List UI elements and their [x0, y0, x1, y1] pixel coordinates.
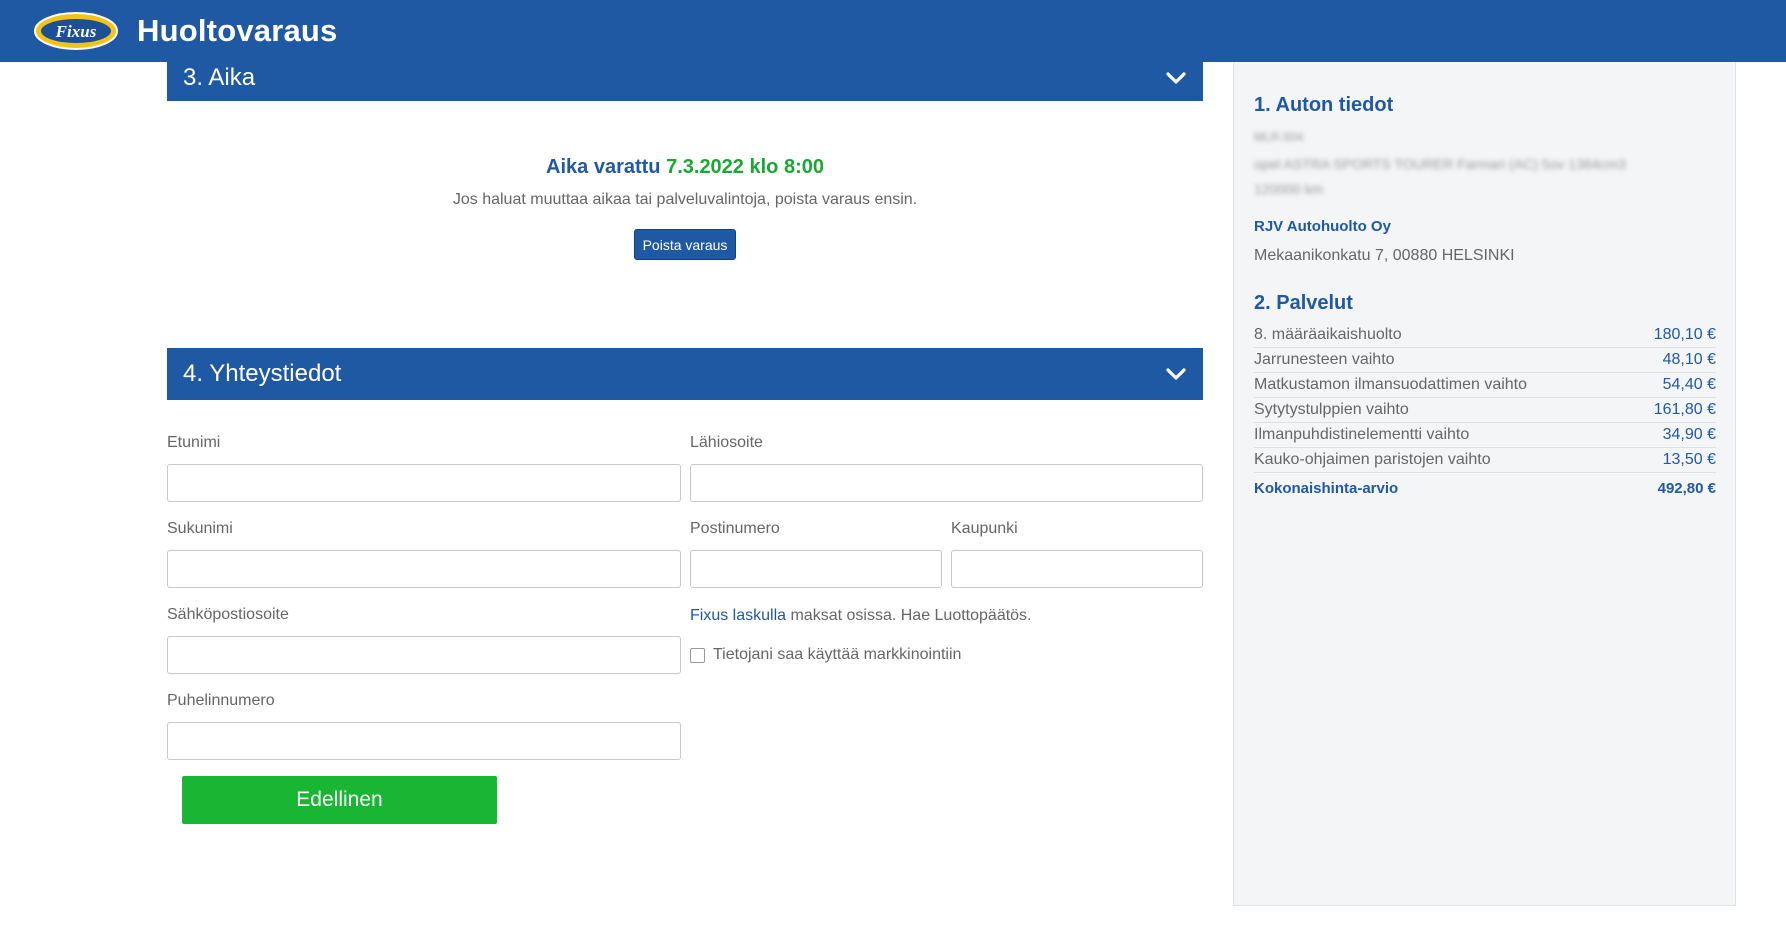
services-heading: 2. Palvelut	[1254, 292, 1353, 314]
total-row: Kokonaishinta-arvio 492,80 €	[1254, 473, 1716, 504]
car-model: opel ASTRA SPORTS TOURER Farmari (AC) 5o…	[1254, 156, 1626, 172]
service-name: Jarrunesteen vaihto	[1254, 351, 1395, 368]
chevron-down-icon[interactable]	[1165, 67, 1187, 89]
service-price: 161,80 €	[1653, 401, 1716, 418]
service-row: Sytytystulppien vaihto 161,80 €	[1254, 398, 1716, 423]
chevron-down-icon[interactable]	[1165, 363, 1187, 385]
services-list: 8. määräaikaishuolto 180,10 € Jarruneste…	[1254, 323, 1716, 504]
previous-button[interactable]: Edellinen	[182, 776, 497, 824]
logo-text: Fixus	[55, 22, 97, 41]
email-input[interactable]	[167, 636, 681, 674]
service-name: Matkustamon ilmansuodattimen vaihto	[1254, 376, 1528, 393]
phone-label: Puhelinnumero	[167, 692, 275, 709]
city-label: Kaupunki	[951, 520, 1018, 537]
credit-info: Fixus laskulla maksat osissa. Hae Luotto…	[690, 607, 1032, 625]
booking-note: Jos haluat muuttaa aikaa tai palveluvali…	[452, 191, 918, 208]
street-address-input[interactable]	[690, 464, 1203, 502]
total-label: Kokonaishinta-arvio	[1254, 480, 1399, 497]
top-navbar: Fixus Huoltovaraus	[0, 0, 1786, 62]
service-row: Ilmanpuhdistinelementti vaihto 34,90 €	[1254, 423, 1716, 448]
fixus-logo[interactable]: Fixus	[33, 11, 119, 51]
service-name: Ilmanpuhdistinelementti vaihto	[1254, 426, 1470, 443]
service-price: 34,90 €	[1662, 426, 1716, 443]
marketing-consent[interactable]: Tietojani saa käyttää markkinointiin	[690, 646, 961, 664]
fixus-invoice-link[interactable]: Fixus laskulla	[690, 607, 786, 624]
service-row: Jarrunesteen vaihto 48,10 €	[1254, 348, 1716, 373]
phone-input[interactable]	[167, 722, 681, 760]
service-price: 48,10 €	[1662, 351, 1716, 368]
first-name-label: Etunimi	[167, 434, 221, 451]
service-row: 8. määräaikaishuolto 180,10 €	[1254, 323, 1716, 348]
app-title: Huoltovaraus	[137, 13, 338, 48]
service-row: Kauko-ohjaimen paristojen vaihto 13,50 €	[1254, 448, 1716, 473]
marketing-consent-checkbox[interactable]	[690, 647, 705, 663]
booking-summary-sidebar: 1. Auton tiedot MLR-504 opel ASTRA SPORT…	[1233, 62, 1736, 906]
street-address-label: Lähiosoite	[690, 434, 763, 451]
service-row: Matkustamon ilmansuodattimen vaihto 54,4…	[1254, 373, 1716, 398]
section-contact-title: 4. Yhteystiedot	[183, 360, 342, 387]
last-name-label: Sukunimi	[167, 520, 233, 537]
service-price: 13,50 €	[1662, 451, 1716, 468]
total-value: 492,80 €	[1657, 480, 1716, 497]
booked-datetime: 7.3.2022 klo 8:00	[666, 156, 824, 178]
garage-address: Mekaanikonkatu 7, 00880 HELSINKI	[1254, 247, 1515, 264]
first-name-input[interactable]	[167, 464, 681, 502]
service-name: Sytytystulppien vaihto	[1254, 401, 1409, 418]
city-input[interactable]	[951, 550, 1203, 588]
section-time-title: 3. Aika	[183, 63, 256, 91]
marketing-consent-label: Tietojani saa käyttää markkinointiin	[713, 646, 962, 663]
delete-booking-button[interactable]: Poista varaus	[634, 229, 736, 260]
service-name: Kauko-ohjaimen paristojen vaihto	[1254, 451, 1491, 468]
section-contact-header[interactable]: 4. Yhteystiedot	[167, 348, 1203, 400]
service-price: 54,40 €	[1662, 376, 1716, 393]
service-price: 180,10 €	[1653, 326, 1716, 343]
email-label: Sähköpostiosoite	[167, 606, 289, 623]
booking-confirmation: Aika varattu 7.3.2022 klo 8:00	[167, 156, 1203, 179]
car-mileage: 120000 km	[1254, 181, 1324, 197]
service-name: 8. määräaikaishuolto	[1254, 326, 1402, 343]
booked-label: Aika varattu	[546, 156, 661, 178]
credit-info-text: maksat osissa. Hae Luottopäätös.	[786, 607, 1032, 624]
garage-name: RJV Autohuolto Oy	[1254, 218, 1391, 235]
car-info-heading: 1. Auton tiedot	[1254, 94, 1394, 116]
last-name-input[interactable]	[167, 550, 681, 588]
car-plate: MLR-504	[1254, 130, 1304, 144]
postal-code-input[interactable]	[690, 550, 942, 588]
postal-code-label: Postinumero	[690, 520, 780, 537]
